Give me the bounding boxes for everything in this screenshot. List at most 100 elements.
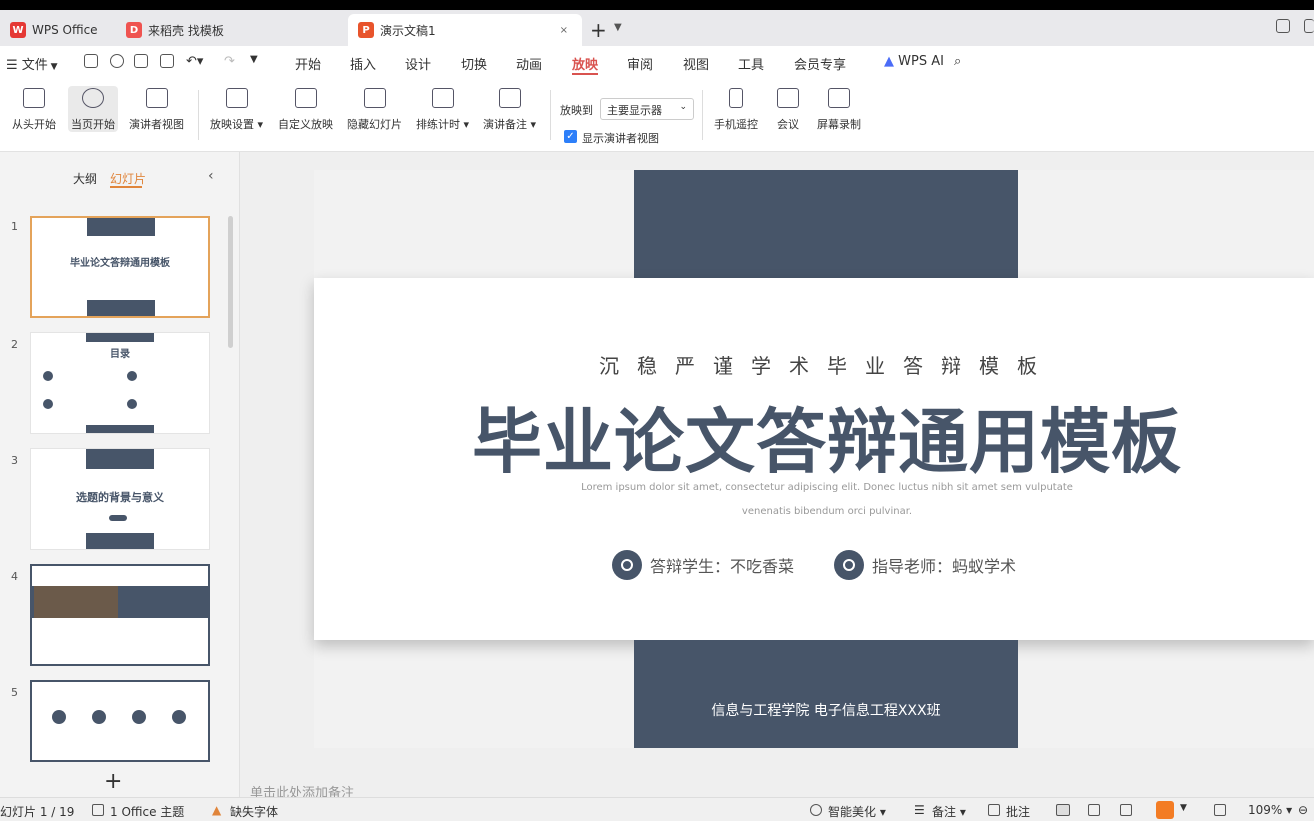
hide-slide-button[interactable]: 隐藏幻灯片 xyxy=(347,88,402,132)
file-menu[interactable]: ☰ 文件 ▼ xyxy=(6,54,58,73)
menu-bar: ☰ 文件 ▼ ↶▾ ↷ ▼ 开始 插入 设计 切换 动画 放映 审阅 视图 工具… xyxy=(0,46,1314,76)
notes-icon xyxy=(498,88,521,108)
print-preview-icon[interactable] xyxy=(160,54,174,68)
show-settings-button[interactable]: 放映设置 ▾ xyxy=(210,88,263,132)
screen-record-button[interactable]: 屏幕录制 xyxy=(817,88,861,132)
slide-title[interactable]: 毕业论文答辩通用模板 xyxy=(314,386,1314,487)
thumb-dot xyxy=(52,710,66,724)
tab-slides[interactable]: 幻灯片 xyxy=(110,170,146,187)
wps-ai-button[interactable]: ▲ WPS AI xyxy=(884,54,944,69)
tab-wps-office[interactable]: W WPS Office xyxy=(0,14,110,46)
add-tab-icon[interactable]: + xyxy=(590,18,607,42)
thumb-dot xyxy=(127,371,137,381)
save-icon[interactable] xyxy=(84,54,98,68)
meeting-button[interactable]: 会议 xyxy=(777,88,799,132)
zoom-out-icon[interactable]: ⊖ xyxy=(1298,803,1308,817)
slide-thumbnail-3[interactable]: 选题的背景与意义 xyxy=(30,448,210,550)
from-current-button[interactable]: 当页开始 xyxy=(68,86,118,132)
thumb-block xyxy=(86,533,154,549)
chevron-down-icon: ▼ xyxy=(47,62,58,72)
chevron-down-icon[interactable]: ▼ xyxy=(250,54,258,65)
comments-button[interactable]: 批注 xyxy=(1006,803,1030,820)
monitor-select[interactable]: 主要显示器 ⌄ xyxy=(600,98,694,120)
menu-home[interactable]: 开始 xyxy=(295,54,321,73)
slide-footer-text[interactable]: 信息与工程学院 电子信息工程XXX班 xyxy=(634,700,1018,720)
layout-icon[interactable] xyxy=(1276,19,1290,33)
monitor-select-value: 主要显示器 xyxy=(607,104,662,117)
show-settings-label: 放映设置 ▾ xyxy=(210,118,264,131)
slide-number: 3 xyxy=(11,454,18,467)
slide-thumbnail-1[interactable]: 毕业论文答辩通用模板 xyxy=(30,216,210,318)
menu-member[interactable]: 会员专享 xyxy=(794,54,846,73)
tab-label: 演示文稿1 xyxy=(380,23,436,38)
menu-design[interactable]: 设计 xyxy=(405,54,431,73)
ribbon-slideshow: 从头开始 当页开始 演讲者视图 放映设置 ▾ 自定义放映 隐藏幻灯片 排练计时 … xyxy=(0,76,1314,152)
play-icon[interactable] xyxy=(1156,801,1174,819)
search-icon[interactable]: ⌕ xyxy=(954,54,961,69)
slide-thumbnail-5[interactable] xyxy=(30,680,210,762)
close-icon[interactable]: × xyxy=(560,25,568,36)
chevron-down-icon[interactable]: ▼ xyxy=(614,22,622,33)
slide-number: 1 xyxy=(11,220,18,233)
redo-icon[interactable]: ↷ xyxy=(224,54,235,69)
from-start-button[interactable]: 从头开始 xyxy=(12,88,56,132)
beautify-button[interactable]: 智能美化 ▾ xyxy=(828,803,886,820)
speaker-notes-button[interactable]: 演讲备注 ▾ xyxy=(483,88,536,132)
slide-count: 幻灯片 1 / 19 xyxy=(0,805,75,819)
tab-daoke[interactable]: D 来稻壳 找模板 xyxy=(116,14,336,46)
menu-transition[interactable]: 切换 xyxy=(461,54,487,73)
fit-window-icon[interactable] xyxy=(1214,804,1226,816)
ai-icon: ▲ xyxy=(884,54,894,69)
show-to-label: 放映到 xyxy=(560,104,593,117)
wps-ai-label: WPS AI xyxy=(898,54,944,69)
notes-button[interactable]: 备注 ▾ xyxy=(932,803,966,820)
window-menu-icon[interactable] xyxy=(1304,19,1314,33)
theme-name[interactable]: 1 Office 主题 xyxy=(110,803,184,820)
tab-outline[interactable]: 大纲 xyxy=(73,170,97,187)
grid-view-icon[interactable] xyxy=(1088,804,1100,816)
daoke-logo-icon: D xyxy=(126,22,142,38)
zoom-level[interactable]: 109% ▾ xyxy=(1248,803,1292,817)
hamburger-icon: ☰ xyxy=(6,58,22,73)
reading-view-icon[interactable] xyxy=(1120,804,1132,816)
settings-screen-icon xyxy=(225,88,248,108)
presenter-view-button[interactable]: 演讲者视图 xyxy=(129,88,184,132)
add-slide-button[interactable]: + xyxy=(104,769,122,794)
menu-view[interactable]: 视图 xyxy=(683,54,709,73)
menu-tools[interactable]: 工具 xyxy=(738,54,764,73)
tab-presentation[interactable]: P 演示文稿1 × xyxy=(348,14,582,46)
current-slide[interactable]: 沉稳严谨学术毕业答辩模板 毕业论文答辩通用模板 Lorem ipsum dolo… xyxy=(314,170,1314,748)
find-icon[interactable] xyxy=(110,54,124,68)
slide-lorem-line: Lorem ipsum dolor sit amet, consectetur … xyxy=(581,482,1073,493)
menu-animation[interactable]: 动画 xyxy=(516,54,542,73)
menu-insert[interactable]: 插入 xyxy=(350,54,376,73)
student-info: 答辩学生：不吃香菜 xyxy=(612,550,794,580)
phone-remote-button[interactable]: 手机遥控 xyxy=(714,88,758,132)
presenter-view-checkbox[interactable]: ✓ xyxy=(564,130,577,143)
normal-view-icon[interactable] xyxy=(1056,804,1070,816)
missing-font[interactable]: 缺失字体 xyxy=(230,803,278,820)
menu-slideshow[interactable]: 放映 xyxy=(572,54,598,73)
tab-label: 来稻壳 找模板 xyxy=(148,23,224,38)
slide-thumbnail-2[interactable]: 目录 xyxy=(30,332,210,434)
wps-logo-icon: W xyxy=(10,22,26,38)
menu-review[interactable]: 审阅 xyxy=(627,54,653,73)
undo-icon[interactable]: ↶▾ xyxy=(186,54,203,69)
teacher-info: 指导老师：蚂蚁学术 xyxy=(834,550,1016,580)
print-icon[interactable] xyxy=(134,54,148,68)
theme-icon xyxy=(92,804,104,816)
slide-thumbnail-4[interactable] xyxy=(30,564,210,666)
slide-subtitle[interactable]: 沉稳严谨学术毕业答辩模板 xyxy=(314,350,1314,379)
speaker-notes-label: 演讲备注 ▾ xyxy=(483,118,537,131)
panel-scrollbar[interactable] xyxy=(228,216,233,348)
chevron-down-icon[interactable]: ▼ xyxy=(1180,803,1187,813)
custom-show-label: 自定义放映 xyxy=(278,118,333,131)
slide-number: 4 xyxy=(11,570,18,583)
collapse-panel-icon[interactable]: ‹ xyxy=(208,168,214,184)
slide-title-band: 沉稳严谨学术毕业答辩模板 毕业论文答辩通用模板 Lorem ipsum dolo… xyxy=(314,278,1314,640)
rehearse-button[interactable]: 排练计时 ▾ xyxy=(416,88,469,132)
custom-show-button[interactable]: 自定义放映 xyxy=(278,88,333,132)
warning-icon: ▲ xyxy=(212,803,222,817)
thumb-badge xyxy=(109,515,127,521)
thumb-title: 目录 xyxy=(110,349,130,360)
